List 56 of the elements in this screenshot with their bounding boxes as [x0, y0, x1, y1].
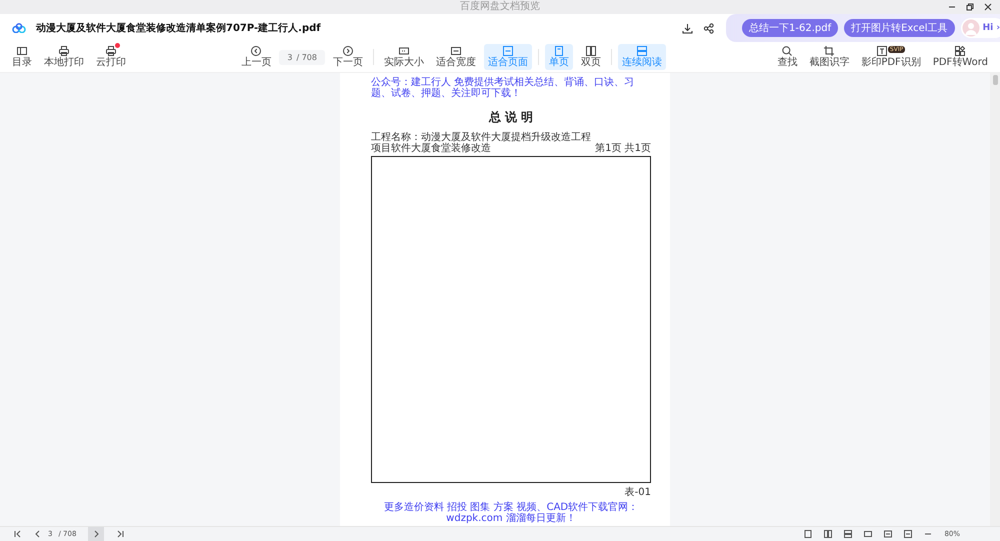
crop-icon	[824, 46, 834, 56]
next-page-button[interactable]: 下一页	[328, 44, 367, 70]
chevron-left-icon[interactable]	[34, 530, 42, 538]
cloud-logo-icon	[12, 23, 26, 33]
sidebar-icon	[17, 46, 27, 56]
table-number: 表-01	[624, 487, 651, 498]
toolbar-button[interactable]: 本地打印	[40, 44, 88, 70]
single-page-icon	[554, 46, 564, 56]
single-page-icon[interactable]	[804, 530, 812, 538]
double-page-icon	[586, 46, 596, 56]
document-title: 总 说 明	[488, 109, 534, 126]
notice-text: 公众号：建工行人 免费提供考试相关总结、背诵、口诀、习题、试卷、押题、关注即可下载！	[371, 77, 636, 99]
frame-icon	[398, 46, 409, 56]
close-icon[interactable]	[984, 3, 992, 11]
avatar-icon	[962, 19, 980, 37]
footer-notice: 更多造价资料 招投 图集 方案 视频、CAD软件下载官网：wdzpk.com 溜溜每日更新！	[382, 502, 640, 524]
restore-icon[interactable]	[966, 3, 974, 11]
chevron-right-icon	[342, 46, 353, 56]
toolbar-button[interactable]: 截图识字	[805, 44, 854, 70]
search-icon	[782, 46, 792, 56]
printer-icon	[106, 46, 116, 56]
toolbar-button[interactable]: 云打印	[92, 44, 130, 70]
toolbar-button[interactable]: PDF转Word	[928, 44, 992, 70]
toolbar-button[interactable]: 目录	[8, 44, 36, 70]
page-input[interactable]: 3 / 708	[279, 50, 325, 64]
frame-icon[interactable]	[864, 530, 872, 538]
window-title: 百度网盘文档预览	[460, 0, 540, 14]
fit-width-icon[interactable]	[884, 530, 892, 538]
continuous-icon[interactable]	[844, 530, 852, 538]
download-icon[interactable]	[682, 22, 693, 34]
view-option-tab[interactable]: 实际大小	[380, 44, 428, 70]
previous-page-button[interactable]: 上一页	[237, 44, 276, 70]
promo-button[interactable]: 打开图片转Excel工具	[844, 19, 955, 37]
double-page-icon[interactable]	[824, 530, 832, 538]
scan-icon	[876, 46, 887, 56]
toolbar-button[interactable]: 查找	[773, 44, 802, 70]
fit-page-icon[interactable]	[904, 530, 912, 538]
view-option-tab[interactable]: 双页	[576, 44, 605, 70]
last-page-icon[interactable]	[116, 530, 124, 538]
printer-icon	[59, 46, 69, 56]
fit-width-icon	[450, 46, 461, 56]
view-option-tab[interactable]: 适合宽度	[432, 44, 480, 70]
share-icon[interactable]	[703, 22, 714, 34]
promo-button[interactable]: 总结一下1-62.pdf	[742, 19, 838, 37]
continuous-icon	[636, 46, 647, 56]
page-info: 第1页 共1页	[595, 143, 651, 154]
file-name: 动漫大厦及软件大厦食堂装修改造清单案例707P-建工行人.pdf	[36, 21, 321, 35]
chevron-left-icon	[251, 46, 262, 56]
fit-page-icon	[502, 46, 513, 56]
project-name: 工程名称：动漫大厦及软件大厦提档升级改造工程项目软件大厦食堂装修改造	[371, 132, 592, 154]
chevron-right-icon	[92, 530, 100, 538]
assistant-button[interactable]: Hi ›	[960, 18, 1000, 38]
grid-icon	[955, 46, 966, 56]
first-page-icon[interactable]	[14, 530, 22, 538]
scroll-thumb[interactable]	[992, 75, 998, 85]
next-page-button[interactable]	[88, 527, 104, 541]
